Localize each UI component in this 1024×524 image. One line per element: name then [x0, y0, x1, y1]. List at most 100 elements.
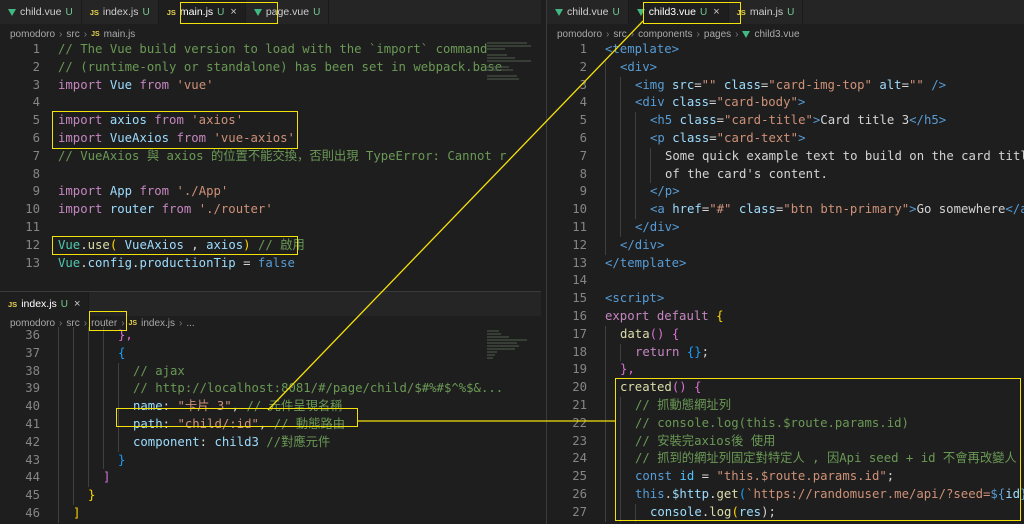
- indent-guide: [620, 503, 621, 522]
- code-token: $http: [672, 486, 710, 501]
- editor-tab[interactable]: JS main.js U ×: [158, 0, 246, 24]
- editor-tab[interactable]: JS index.js U: [82, 0, 159, 24]
- code-text: const id = "this.$route.params.id";: [635, 468, 894, 486]
- code-text: }: [88, 487, 95, 505]
- code-token: (: [738, 486, 747, 501]
- code-token: {: [694, 380, 702, 395]
- code-line: 7 Some quick example text to build on the…: [547, 147, 1024, 166]
- code-text: }: [118, 452, 125, 470]
- minimap[interactable]: [487, 42, 533, 81]
- code-area[interactable]: 1 <template> 2 <div> 3 <img src="" class="car…: [547, 41, 1024, 524]
- code-line: 41 path: "child/:id", // 動態路由: [0, 415, 541, 434]
- tab-status-badge: U: [142, 6, 150, 18]
- line-number: 20: [572, 380, 587, 395]
- code-text: <script>: [605, 290, 664, 308]
- line-number: 5: [32, 113, 40, 128]
- indent-guide: [103, 398, 104, 416]
- breadcrumb-item[interactable]: pomodoro: [557, 29, 602, 40]
- editor-tab[interactable]: page.vue U: [246, 0, 330, 24]
- code-line: 6 import VueAxios from 'vue-axios': [0, 130, 541, 148]
- code-token: from: [161, 202, 192, 217]
- indent-guide: [88, 415, 89, 434]
- close-icon[interactable]: ×: [713, 6, 719, 18]
- code-area[interactable]: 36}, 37{38// ajax 39// http://localhost:80…: [0, 327, 541, 524]
- close-icon[interactable]: ×: [74, 298, 80, 310]
- indent-guide: [58, 327, 59, 345]
- tab-status-badge: U: [612, 6, 620, 18]
- minimap[interactable]: [487, 330, 533, 360]
- indent-guide: [605, 485, 606, 504]
- code-token: </h5>: [909, 113, 947, 128]
- breadcrumb-item[interactable]: main.js: [104, 29, 136, 40]
- code-token: // 啟用: [250, 237, 305, 252]
- code-token: App: [102, 184, 140, 199]
- editor-tab-bar: child.vue U JS index.js U JS main.js U × page.vue…: [0, 0, 541, 24]
- indent-guide: [605, 343, 606, 362]
- breadcrumb-item[interactable]: pomodoro: [10, 29, 55, 40]
- code-token: component: [133, 434, 200, 449]
- line-number: 15: [572, 291, 587, 306]
- line-number: 9: [579, 184, 587, 199]
- code-token: from: [176, 130, 207, 145]
- code-area[interactable]: 1 // The Vue build version to load with t…: [0, 41, 541, 287]
- code-text: this.$http.get(`https://randomuser.me/ap…: [635, 486, 1024, 504]
- code-token: <a: [650, 202, 665, 217]
- indent-guide: [58, 504, 59, 523]
- code-line: 16 export default {: [547, 308, 1024, 326]
- breadcrumb-item[interactable]: src: [66, 29, 79, 40]
- indent-guide: [620, 218, 621, 237]
- editor-tab[interactable]: JS main.js U: [729, 0, 804, 24]
- code-token: {: [716, 308, 724, 323]
- indent-guide: [620, 94, 621, 113]
- line-number: 45: [25, 488, 40, 503]
- editor-tab-bar: JS index.js U ×: [0, 292, 541, 316]
- code-line: 42 component: child3 //對應元件: [0, 433, 541, 452]
- code-text: Vue.config.productionTip = false: [58, 255, 295, 273]
- indent-guide: [88, 362, 89, 381]
- editor-tab[interactable]: child3.vue U ×: [628, 0, 729, 24]
- indent-guide: [58, 487, 59, 505]
- editor-tab[interactable]: child.vue U: [0, 0, 82, 24]
- line-number: 11: [572, 219, 587, 234]
- indent-guide: [118, 433, 119, 452]
- code-token: './router': [198, 202, 273, 217]
- code-token: <h5: [650, 113, 673, 128]
- code-text: created() {: [620, 379, 701, 397]
- code-token: './App': [176, 184, 229, 199]
- code-token: >: [909, 202, 917, 217]
- breadcrumb-item[interactable]: child3.vue: [754, 29, 799, 40]
- line-number: 23: [572, 433, 587, 448]
- code-line: 43}: [0, 451, 541, 470]
- line-number: 42: [25, 434, 40, 449]
- breadcrumb-item[interactable]: src: [613, 29, 626, 40]
- editor-tab[interactable]: JS index.js U ×: [0, 292, 90, 316]
- editor-tab[interactable]: child.vue U: [547, 0, 629, 24]
- code-token: config: [87, 255, 133, 270]
- code-line: 21 // 抓動態網址列: [547, 396, 1024, 415]
- code-line: 6 <p class="card-text">: [547, 129, 1024, 148]
- code-token: import: [58, 184, 103, 199]
- code-token: </div>: [635, 219, 680, 234]
- code-token: default: [656, 308, 709, 323]
- breadcrumb-item[interactable]: components: [638, 29, 692, 40]
- close-icon[interactable]: ×: [230, 6, 236, 18]
- code-line: 46]: [0, 504, 541, 523]
- code-text: {: [118, 345, 125, 363]
- code-token: .: [80, 237, 88, 252]
- code-text: ]: [73, 505, 80, 523]
- line-number: 10: [572, 202, 587, 217]
- code-token: get: [716, 486, 739, 501]
- tab-label: child.vue: [20, 6, 62, 18]
- code-token: 'vue': [176, 77, 214, 92]
- indent-guide: [73, 380, 74, 399]
- code-line: 4 <div class="card-body">: [547, 94, 1024, 113]
- line-number: 39: [25, 381, 40, 396]
- line-number: 13: [25, 255, 40, 270]
- code-text: <div>: [620, 59, 657, 77]
- code-token: export: [605, 308, 650, 323]
- code-text: </template>: [605, 255, 686, 273]
- breadcrumb-item[interactable]: pages: [704, 29, 731, 40]
